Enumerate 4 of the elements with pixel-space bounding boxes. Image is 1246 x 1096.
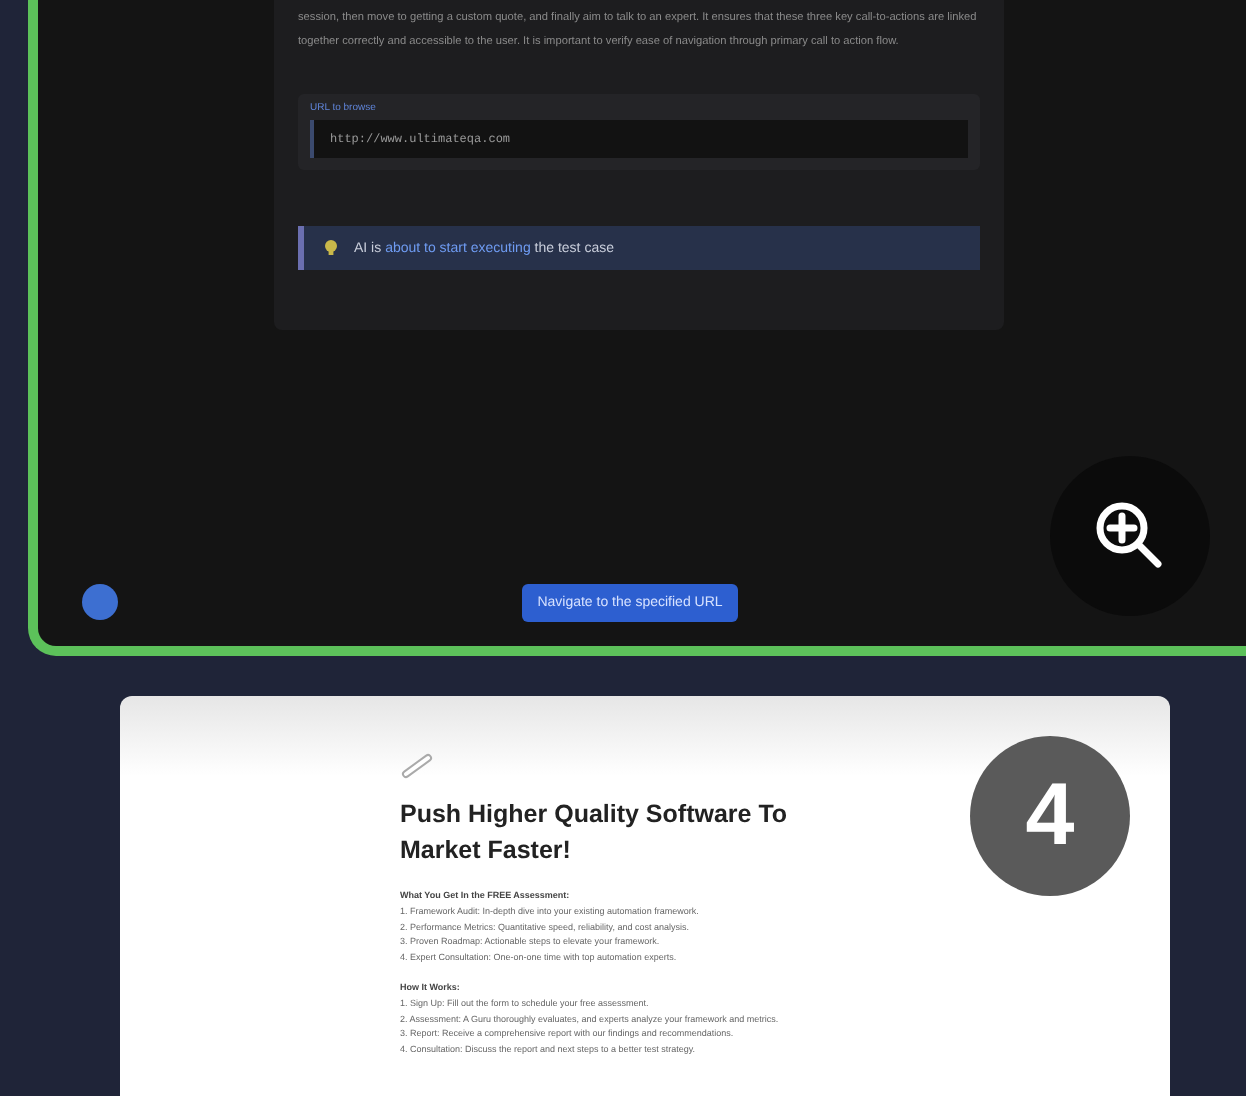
card-heading: Push Higher Quality Software To Market Faster! <box>400 798 790 868</box>
lightbulb-icon <box>324 240 338 256</box>
step-number-badge: 4 <box>970 736 1130 896</box>
status-dot <box>82 584 118 620</box>
